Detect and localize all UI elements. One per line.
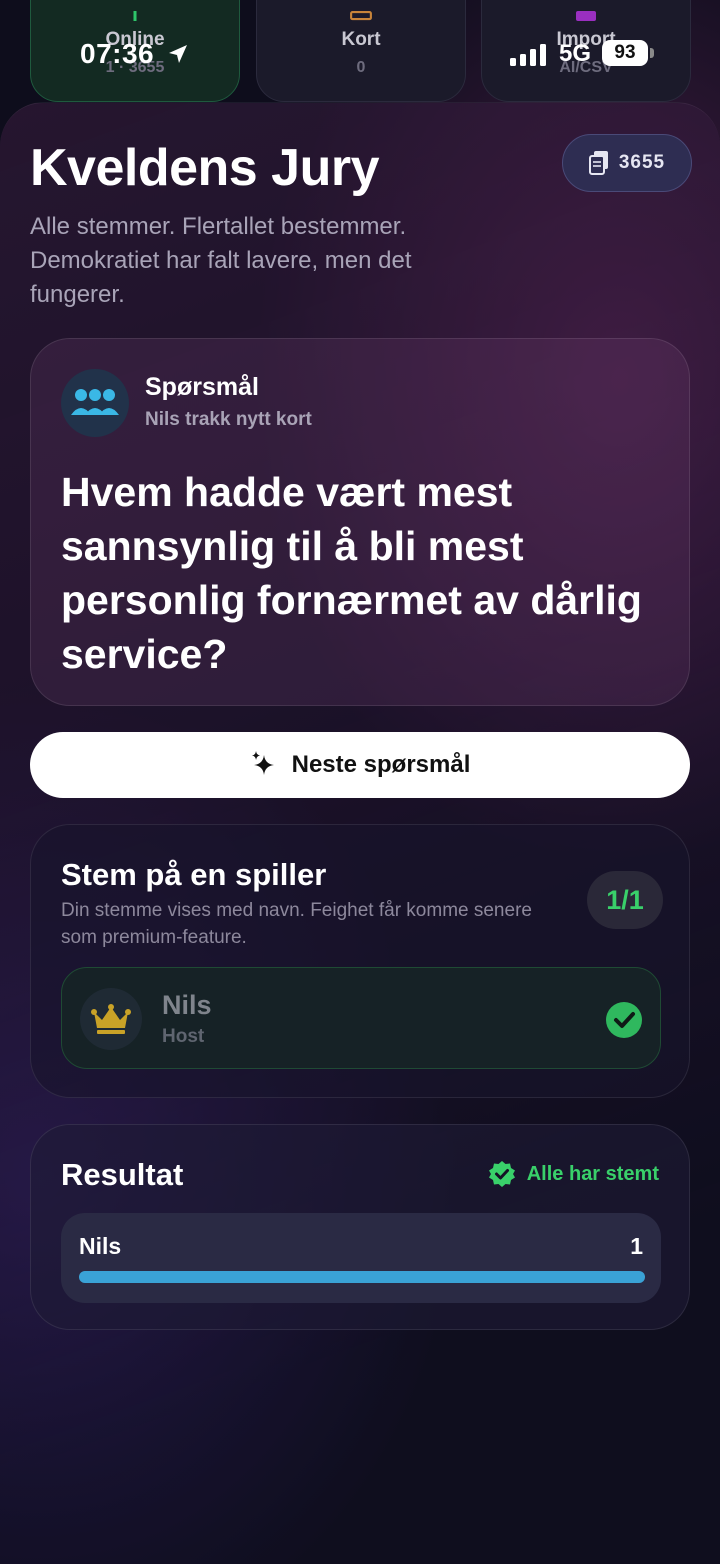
player-avatar: [80, 988, 142, 1050]
result-card: Resultat Alle har stemt Nils 1: [30, 1124, 690, 1330]
page-subtitle: Alle stemmer. Flertallet bestemmer. Demo…: [30, 213, 412, 308]
player-option[interactable]: Nils Host: [61, 967, 661, 1069]
all-voted-label: Alle har stemt: [526, 1162, 659, 1185]
result-bar-track: [79, 1271, 645, 1283]
player-role: Host: [162, 1026, 205, 1047]
group-avatar: [61, 369, 129, 437]
result-title: Resultat: [61, 1157, 184, 1192]
question-card: Spørsmål Nils trakk nytt kort Hvem hadde…: [30, 338, 690, 706]
import-icon: [576, 11, 596, 21]
result-name: Nils: [79, 1233, 122, 1259]
location-arrow-icon: [169, 45, 187, 63]
battery-tip: [650, 48, 654, 58]
online-icon: [133, 11, 137, 21]
next-question-button[interactable]: Neste spørsmål: [30, 732, 690, 798]
question-text: Hvem hadde vært mest sannsynlig til å bl…: [61, 469, 642, 677]
group-icon: [71, 389, 119, 415]
network-label: 5G: [559, 40, 592, 67]
status-time: 07:36: [80, 38, 155, 69]
card-count-badge[interactable]: 3655: [562, 134, 692, 192]
result-bar-fill: [79, 1271, 645, 1283]
crown-icon: [91, 1004, 131, 1034]
next-question-label: Neste spørsmål: [291, 751, 471, 778]
status-bar: 07:36 5G 93: [0, 30, 720, 76]
vote-count-badge: 1/1: [587, 871, 663, 929]
vote-title: Stem på en spiller: [61, 857, 327, 892]
battery-icon: 93: [602, 40, 648, 66]
vote-description: Din stemme vises med navn. Feighet får k…: [61, 900, 532, 948]
question-label: Spørsmål: [145, 373, 259, 401]
documents-icon: [588, 151, 608, 175]
result-votes: 1: [630, 1233, 643, 1259]
result-row: Nils 1: [61, 1213, 661, 1303]
player-name: Nils: [162, 990, 212, 1020]
page-title: Kveldens Jury: [30, 139, 380, 197]
card-count-value: 3655: [618, 152, 666, 173]
sparkles-icon: [251, 751, 274, 775]
verified-badge-icon: [488, 1161, 515, 1187]
checkmark-circle-icon: [606, 1002, 642, 1038]
vote-card: Stem på en spiller Din stemme vises med …: [30, 824, 690, 1098]
cards-icon: [350, 11, 372, 21]
signal-icon: [510, 44, 546, 66]
all-voted-status: Alle har stemt: [488, 1161, 659, 1187]
question-drawn-by: Nils trakk nytt kort: [145, 409, 312, 430]
